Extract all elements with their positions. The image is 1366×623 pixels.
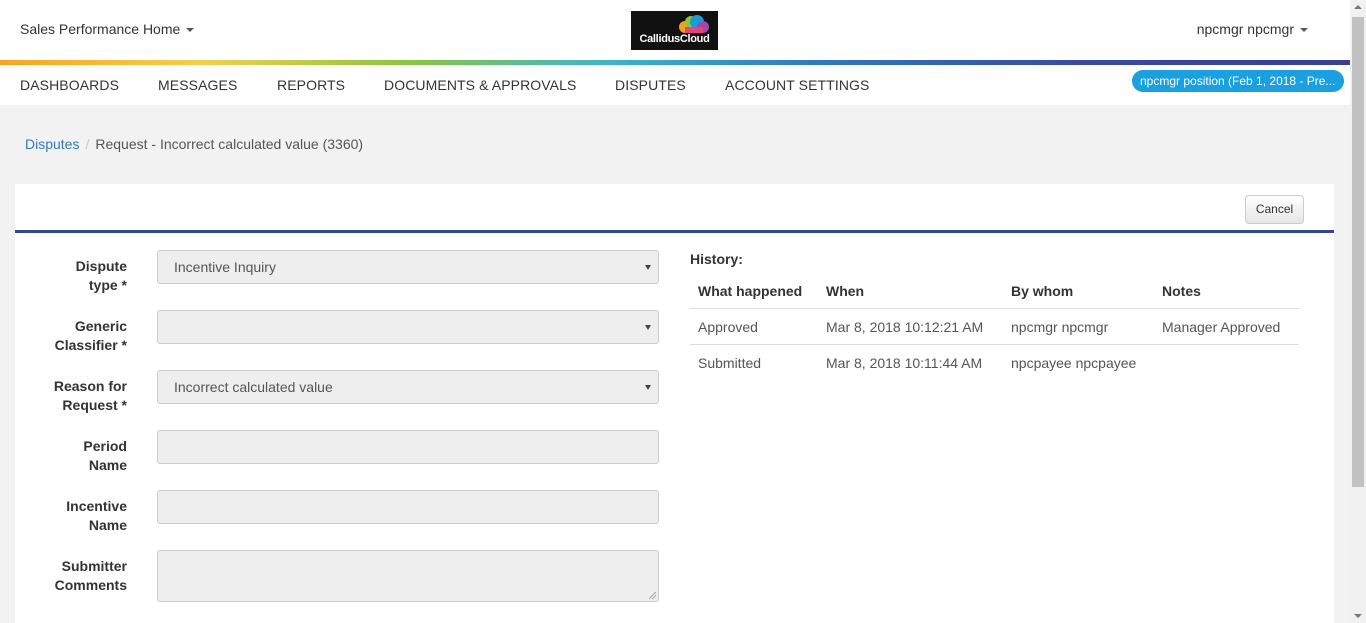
breadcrumb: Disputes / Request - Incorrect calculated … bbox=[25, 136, 363, 152]
dropdown-arrow-icon bbox=[645, 265, 651, 270]
table-cell: npcmgr npcmgr bbox=[1011, 319, 1109, 335]
label-line: Generic bbox=[74, 318, 127, 334]
generic-classifier-label: Generic Classifier * bbox=[47, 317, 127, 355]
breadcrumb-current: Request - Incorrect calculated value (33… bbox=[95, 136, 364, 152]
top-header: Sales Performance Home CallidusCloud npc… bbox=[0, 0, 1350, 60]
label-line: Name bbox=[88, 457, 127, 473]
generic-classifier-select[interactable] bbox=[157, 310, 659, 344]
reason-for-request-label: Reason for Request * bbox=[47, 377, 127, 415]
caret-down-icon bbox=[1300, 28, 1308, 33]
caret-down-icon bbox=[186, 28, 195, 33]
dispute-type-value: Incentive Inquiry bbox=[174, 259, 276, 275]
submitter-comments-textarea[interactable] bbox=[157, 550, 659, 602]
scroll-down-arrow-icon[interactable] bbox=[1354, 614, 1362, 618]
label-line: Submitter bbox=[61, 558, 127, 574]
cancel-button[interactable]: Cancel bbox=[1245, 195, 1304, 224]
table-row: Approved Mar 8, 2018 10:12:21 AM npcmgr … bbox=[690, 309, 1299, 345]
label-line: Period bbox=[83, 438, 127, 454]
period-name-label: Period Name bbox=[47, 437, 127, 475]
period-name-field[interactable] bbox=[157, 430, 659, 464]
table-cell: Mar 8, 2018 10:12:21 AM bbox=[826, 319, 984, 335]
scroll-up-arrow-icon[interactable] bbox=[1354, 5, 1362, 9]
label-line: type * bbox=[88, 277, 127, 293]
nav-documents-approvals[interactable]: DOCUMENTS & APPROVALS bbox=[384, 77, 576, 93]
dispute-type-label: Dispute type * bbox=[47, 257, 127, 295]
history-table: What happened When By whom Notes Approve… bbox=[690, 273, 1299, 381]
incentive-name-field[interactable] bbox=[157, 490, 659, 524]
reason-for-request-value: Incorrect calculated value bbox=[174, 379, 333, 395]
nav-account-settings[interactable]: ACCOUNT SETTINGS bbox=[725, 77, 869, 93]
table-cell: Approved bbox=[698, 319, 758, 335]
dispute-type-select[interactable]: Incentive Inquiry bbox=[157, 250, 659, 284]
table-cell: Manager Approved bbox=[1162, 319, 1281, 335]
label-line: Classifier * bbox=[54, 337, 127, 353]
column-header: When bbox=[826, 283, 865, 299]
user-menu-label: npcmgr npcmgr bbox=[1196, 21, 1294, 37]
label-line: Request * bbox=[62, 397, 127, 413]
label-line: Comments bbox=[54, 577, 127, 593]
column-header: Notes bbox=[1162, 283, 1201, 299]
table-cell: Submitted bbox=[698, 355, 762, 371]
nav-reports[interactable]: REPORTS bbox=[277, 77, 345, 93]
user-menu-dropdown[interactable]: npcmgr npcmgr bbox=[1197, 21, 1308, 37]
dropdown-arrow-icon bbox=[645, 325, 651, 330]
vertical-scrollbar[interactable] bbox=[1350, 0, 1366, 623]
resize-handle-icon[interactable] bbox=[649, 592, 656, 599]
scrollbar-thumb[interactable] bbox=[1352, 17, 1364, 487]
label-line: Dispute bbox=[75, 258, 127, 274]
history-title: History: bbox=[690, 251, 743, 267]
position-selector-badge[interactable]: npcmgr position (Feb 1, 2018 - Pre... bbox=[1132, 70, 1344, 92]
dropdown-arrow-icon bbox=[645, 385, 651, 390]
app-menu-dropdown[interactable]: Sales Performance Home bbox=[20, 21, 195, 37]
label-line: Name bbox=[88, 517, 127, 533]
logo-text: CallidusCloud bbox=[639, 33, 710, 45]
cloud-logo-icon bbox=[679, 15, 709, 33]
nav-messages[interactable]: MESSAGES bbox=[158, 77, 237, 93]
dispute-detail-panel: Cancel Dispute type * Incentive Inquiry … bbox=[15, 184, 1334, 623]
incentive-name-label: Incentive Name bbox=[47, 497, 127, 535]
label-line: Reason for bbox=[53, 378, 127, 394]
breadcrumb-disputes-link[interactable]: Disputes bbox=[25, 136, 79, 152]
table-cell: Mar 8, 2018 10:11:44 AM bbox=[826, 355, 983, 371]
callidus-cloud-logo[interactable]: CallidusCloud bbox=[631, 11, 718, 50]
main-nav: DASHBOARDS MESSAGES REPORTS DOCUMENTS & … bbox=[0, 65, 1350, 105]
submitter-comments-label: Submitter Comments bbox=[47, 557, 127, 595]
column-header: By whom bbox=[1011, 283, 1074, 299]
history-header-row: What happened When By whom Notes bbox=[690, 273, 1299, 309]
reason-for-request-select[interactable]: Incorrect calculated value bbox=[157, 370, 659, 404]
nav-dashboards[interactable]: DASHBOARDS bbox=[20, 77, 119, 93]
table-cell: npcpayee npcpayee bbox=[1011, 355, 1137, 371]
panel-header: Cancel bbox=[15, 184, 1334, 233]
app-menu-label: Sales Performance Home bbox=[20, 21, 181, 37]
column-header: What happened bbox=[698, 283, 803, 299]
nav-disputes[interactable]: DISPUTES bbox=[615, 77, 686, 93]
label-line: Incentive bbox=[66, 498, 127, 514]
breadcrumb-separator: / bbox=[85, 136, 90, 152]
table-row: Submitted Mar 8, 2018 10:11:44 AM npcpay… bbox=[690, 345, 1299, 381]
